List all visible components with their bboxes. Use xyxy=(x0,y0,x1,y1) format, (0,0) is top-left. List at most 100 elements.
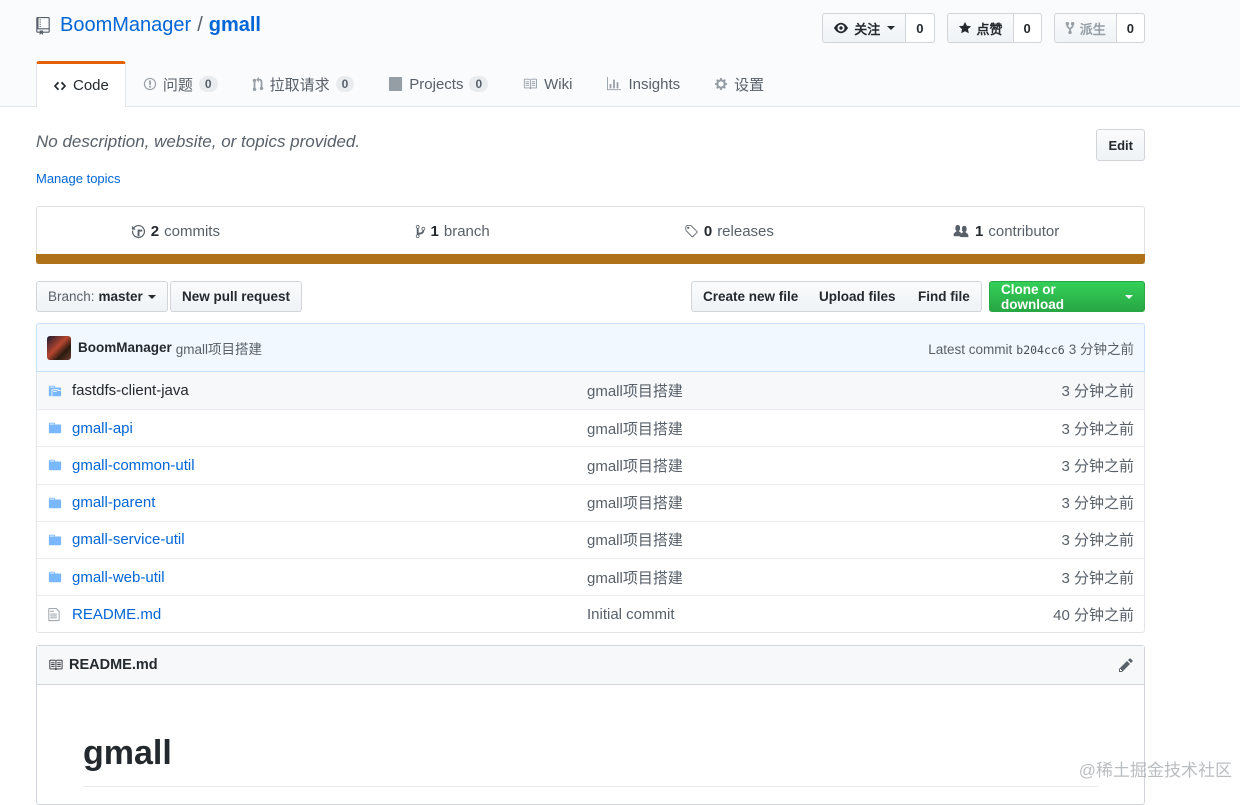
tab-wiki[interactable]: Wiki xyxy=(505,61,589,106)
file-commit-message[interactable]: gmall项目搭建 xyxy=(587,418,1061,439)
tab-pull-requests-label: 拉取请求 xyxy=(269,76,330,94)
list-item: gmall-common-util gmall项目搭建 3 分钟之前 xyxy=(37,446,1144,483)
releases-label: releases xyxy=(717,222,774,240)
file-commit-message[interactable]: gmall项目搭建 xyxy=(587,455,1061,476)
language-bar[interactable] xyxy=(36,254,1145,264)
create-new-file-button[interactable]: Create new file xyxy=(691,281,811,312)
edit-button[interactable]: Edit xyxy=(1096,129,1145,161)
file-name[interactable]: gmall-service-util xyxy=(72,531,587,548)
folder-icon xyxy=(47,421,65,435)
title-separator: / xyxy=(197,14,203,36)
readme-heading: gmall xyxy=(83,734,172,772)
new-pull-request-button[interactable]: New pull request xyxy=(170,281,303,312)
tab-projects[interactable]: Projects 0 xyxy=(371,61,505,106)
fork-group: 派生 0 xyxy=(1053,13,1145,43)
upload-files-button[interactable]: Upload files xyxy=(808,281,908,312)
project-icon xyxy=(389,77,403,91)
fork-button[interactable]: 派生 xyxy=(1053,13,1117,43)
commit-sha[interactable]: b204cc6 xyxy=(1016,343,1064,357)
branch-select-button[interactable]: Branch: master xyxy=(36,281,168,312)
fork-label: 派生 xyxy=(1079,21,1106,37)
star-button[interactable]: 点赞 xyxy=(946,13,1014,43)
star-icon xyxy=(958,21,971,34)
star-group: 点赞 0 xyxy=(946,13,1042,43)
file-name[interactable]: gmall-parent xyxy=(72,494,587,511)
file-icon xyxy=(47,607,65,622)
releases-count: 0 xyxy=(703,222,713,240)
latest-commit: Latest commit b204cc6 3 分钟之前 xyxy=(928,338,1134,358)
repo-tabs: Code 问题 0 拉取请求 0 Projects 0 Wiki Insight… xyxy=(36,61,781,107)
watermark: @稀土掘金技术社区 xyxy=(1078,761,1232,780)
contributors-label: contributor xyxy=(988,222,1060,240)
file-navigation: Branch: master New pull request Create n… xyxy=(36,281,1145,312)
pencil-icon[interactable] xyxy=(1118,657,1134,673)
list-item: gmall-parent gmall项目搭建 3 分钟之前 xyxy=(37,483,1144,521)
branch-icon xyxy=(415,224,425,238)
repo-actions: 关注 0 点赞 0 派生 0 xyxy=(822,13,1145,43)
chevron-down-icon xyxy=(147,294,156,299)
find-file-button[interactable]: Find file xyxy=(907,281,982,312)
fork-count[interactable]: 0 xyxy=(1116,13,1145,43)
branches-label: branch xyxy=(443,222,490,240)
tab-code[interactable]: Code xyxy=(36,61,126,107)
chevron-down-icon xyxy=(1125,294,1133,299)
file-commit-message[interactable]: gmall项目搭建 xyxy=(587,380,1061,401)
file-age: 3 分钟之前 xyxy=(1061,495,1134,513)
file-age: 3 分钟之前 xyxy=(1061,383,1134,401)
contributors-count: 1 xyxy=(975,222,984,240)
tab-settings-label: 设置 xyxy=(734,76,765,94)
star-count[interactable]: 0 xyxy=(1013,13,1042,43)
file-commit-message[interactable]: gmall项目搭建 xyxy=(587,567,1061,588)
list-item: gmall-api gmall项目搭建 3 分钟之前 xyxy=(37,409,1144,446)
repo-link[interactable]: gmall xyxy=(209,14,261,37)
list-item: gmall-web-util gmall项目搭建 3 分钟之前 xyxy=(37,557,1144,595)
star-label: 点赞 xyxy=(976,21,1003,37)
commit-message[interactable]: gmall项目搭建 xyxy=(176,338,262,358)
file-age: 3 分钟之前 xyxy=(1061,532,1134,550)
list-item: gmall-service-util gmall项目搭建 3 分钟之前 xyxy=(37,520,1144,558)
file-name[interactable]: gmall-api xyxy=(72,420,587,437)
commits-label: commits xyxy=(164,222,220,240)
tab-pull-requests[interactable]: 拉取请求 0 xyxy=(235,61,372,106)
watch-button[interactable]: 关注 xyxy=(822,13,907,43)
watch-group: 关注 0 xyxy=(822,13,935,43)
tab-insights[interactable]: Insights xyxy=(589,61,697,106)
code-icon xyxy=(53,81,67,90)
tab-issues-label: 问题 xyxy=(162,76,193,94)
branches-count: 1 xyxy=(430,222,439,240)
tab-settings[interactable]: 设置 xyxy=(697,61,781,106)
file-age: 3 分钟之前 xyxy=(1061,569,1134,587)
file-name[interactable]: gmall-common-util xyxy=(72,457,587,474)
readme-header: README.md xyxy=(37,646,1144,685)
tab-wiki-label: Wiki xyxy=(544,75,573,93)
tag-icon xyxy=(685,224,698,237)
file-commit-message[interactable]: Initial commit xyxy=(587,606,1053,623)
repo-title: BoomManager / gmall xyxy=(36,14,261,37)
owner-link[interactable]: BoomManager xyxy=(60,14,191,37)
file-age: 40 分钟之前 xyxy=(1053,606,1134,624)
avatar[interactable] xyxy=(47,335,71,360)
watch-count[interactable]: 0 xyxy=(906,13,935,43)
watch-label: 关注 xyxy=(854,21,881,37)
branch-prefix: Branch: xyxy=(48,289,95,304)
manage-topics-link[interactable]: Manage topics xyxy=(36,171,121,186)
file-list: fastdfs-client-java gmall项目搭建 3 分钟之前 gma… xyxy=(36,372,1145,634)
fork-icon xyxy=(1065,21,1075,35)
tab-issues[interactable]: 问题 0 xyxy=(126,61,235,106)
file-name[interactable]: fastdfs-client-java xyxy=(72,382,587,399)
branch-name: master xyxy=(98,289,143,304)
repo-icon xyxy=(36,16,50,35)
file-name[interactable]: gmall-web-util xyxy=(72,569,587,586)
clone-download-button[interactable]: Clone or download xyxy=(989,281,1145,312)
readme-filename: README.md xyxy=(69,657,158,673)
file-name[interactable]: README.md xyxy=(72,606,587,623)
readme-panel: README.md gmall xyxy=(36,645,1145,805)
chevron-down-icon xyxy=(887,26,896,30)
graph-icon xyxy=(607,77,622,91)
commit-author[interactable]: BoomManager xyxy=(78,340,172,355)
book-icon xyxy=(524,78,538,90)
file-commit-message[interactable]: gmall项目搭建 xyxy=(587,492,1061,513)
file-commit-message[interactable]: gmall项目搭建 xyxy=(587,529,1061,550)
people-icon xyxy=(953,224,969,237)
issue-icon xyxy=(143,77,156,91)
